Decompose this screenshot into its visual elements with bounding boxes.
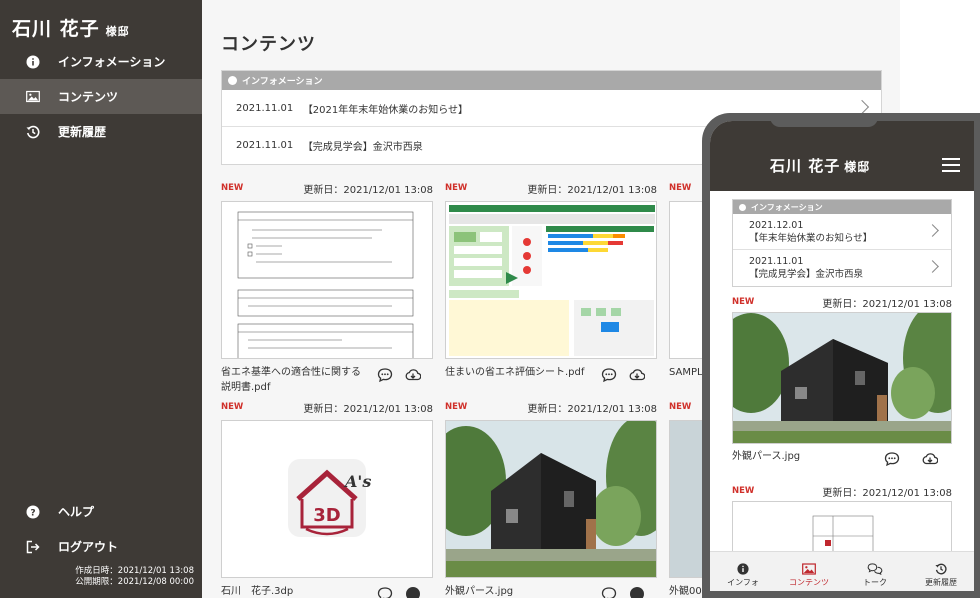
content-card[interactable]: NEW 更新日：2021/12/01 13:08 外観パース.jpg: [445, 400, 657, 598]
phone-screen: 石川 花子 様邸 インフォメーション 2021.12.01 【年末年始休業のお知ら…: [710, 121, 974, 591]
comment-icon[interactable]: [884, 451, 900, 467]
phone-header: 石川 花子 様邸: [710, 121, 974, 191]
user-name: 石川 花子 様邸: [12, 18, 130, 40]
updated-date: 更新日：2021/12/01 13:08: [822, 298, 952, 310]
content-card[interactable]: NEW 更新日：2021/12/01 13:08: [445, 181, 657, 395]
phone-tab-bar: インフォ コンテンツ トーク 更新履歴: [710, 551, 974, 591]
house-photo-thumbnail[interactable]: [445, 420, 657, 578]
history-icon: [935, 563, 947, 575]
download-icon[interactable]: [405, 367, 421, 383]
phone-mockup: 石川 花子 様邸 インフォメーション 2021.12.01 【年末年始休業のお知ら…: [702, 113, 980, 598]
updated-date: 更新日：2021/12/01 13:08: [527, 184, 657, 196]
svg-text:A's: A's: [343, 472, 371, 491]
new-badge: NEW: [732, 297, 755, 307]
file-name: 石川 花子.3dp: [221, 586, 294, 597]
phone-user-name: 石川 花子 様邸: [770, 157, 871, 175]
image-icon: [26, 90, 40, 104]
tab-talk[interactable]: トーク: [842, 552, 908, 591]
updated-date: 更新日：2021/12/01 13:08: [822, 487, 952, 499]
new-badge: NEW: [732, 486, 755, 496]
updated-date: 更新日：2021/12/01 13:08: [527, 403, 657, 415]
info-icon: [26, 55, 40, 69]
tab-information[interactable]: インフォ: [710, 552, 776, 591]
download-icon[interactable]: [405, 586, 421, 598]
tab-history[interactable]: 更新履歴: [908, 552, 974, 591]
svg-text:3D: 3D: [313, 505, 340, 526]
tab-contents[interactable]: コンテンツ: [776, 552, 842, 591]
content-card[interactable]: NEW 更新日：2021/12/01 13:08 A's 3D 石川 花子.3dp: [221, 400, 433, 598]
sidebar-item-help[interactable]: ? ヘルプ: [0, 494, 202, 529]
file-name: 省エネ基準への適合性に関する説明書.pdf: [221, 367, 361, 393]
information-header: インフォメーション: [222, 71, 881, 90]
info-icon: [737, 563, 749, 575]
sidebar-nav: インフォメーション コンテンツ 更新履歴: [0, 44, 202, 149]
document-thumbnail[interactable]: [445, 201, 657, 359]
sidebar-item-history[interactable]: 更新履歴: [0, 114, 202, 149]
comment-icon[interactable]: [601, 586, 617, 598]
history-icon: [26, 125, 40, 139]
3d-file-thumbnail[interactable]: A's 3D: [221, 420, 433, 578]
info-icon: [739, 203, 746, 211]
sidebar: 石川 花子 様邸 インフォメーション コンテンツ 更新履歴 ? ヘルプ ログアウ…: [0, 0, 202, 598]
sidebar-item-contents[interactable]: コンテンツ: [0, 79, 202, 114]
image-icon: [802, 563, 816, 575]
download-icon[interactable]: [629, 367, 645, 383]
information-row[interactable]: 2021.11.01 【完成見学会】金沢市西泉: [733, 250, 951, 286]
file-name: 外観パース.jpg: [732, 451, 801, 462]
svg-text:?: ?: [30, 508, 35, 518]
document-thumbnail[interactable]: [221, 201, 433, 359]
page-title: コンテンツ: [221, 34, 316, 55]
as-3d-logo-icon: A's 3D: [288, 459, 371, 537]
file-name: 外観パース.jpg: [445, 586, 514, 597]
logout-icon: [26, 540, 40, 554]
sidebar-item-information[interactable]: インフォメーション: [0, 44, 202, 79]
new-badge: NEW: [221, 402, 244, 412]
info-icon: [228, 76, 237, 85]
content-card[interactable]: NEW 更新日：2021/12/01 13:08: [221, 181, 433, 395]
information-header: インフォメーション: [733, 200, 951, 214]
phone-notch: [770, 113, 878, 127]
phone-information-panel: インフォメーション 2021.12.01 【年末年始休業のお知らせ】 2021.…: [732, 199, 952, 287]
comment-icon[interactable]: [377, 586, 393, 598]
chevron-right-icon: [854, 99, 870, 115]
sidebar-item-logout[interactable]: ログアウト: [0, 529, 202, 564]
new-badge: NEW: [669, 183, 692, 193]
phone-content-card[interactable]: NEW 更新日：2021/12/01 13:08: [732, 485, 952, 561]
new-badge: NEW: [221, 183, 244, 193]
comment-icon[interactable]: [377, 367, 393, 383]
chat-icon: [867, 563, 883, 575]
new-badge: NEW: [445, 183, 468, 193]
file-name: 住まいの省エネ評価シート.pdf: [445, 367, 585, 378]
information-row[interactable]: 2021.12.01 【年末年始休業のお知らせ】: [733, 214, 951, 250]
house-photo-thumbnail[interactable]: [732, 312, 952, 444]
hamburger-menu-icon[interactable]: [942, 158, 960, 172]
new-badge: NEW: [445, 402, 468, 412]
updated-date: 更新日：2021/12/01 13:08: [303, 184, 433, 196]
new-badge: NEW: [669, 402, 692, 412]
phone-content-card[interactable]: NEW 更新日：2021/12/01 13:08 外観パース.jpg: [732, 296, 952, 479]
help-icon: ?: [26, 505, 40, 519]
updated-date: 更新日：2021/12/01 13:08: [303, 403, 433, 415]
publish-meta: 作成日時：2021/12/01 13:08 公開期限：2021/12/08 00…: [75, 566, 194, 587]
download-icon[interactable]: [629, 586, 645, 598]
download-icon[interactable]: [922, 451, 938, 467]
comment-icon[interactable]: [601, 367, 617, 383]
sidebar-bottom: ? ヘルプ ログアウト: [0, 494, 202, 564]
